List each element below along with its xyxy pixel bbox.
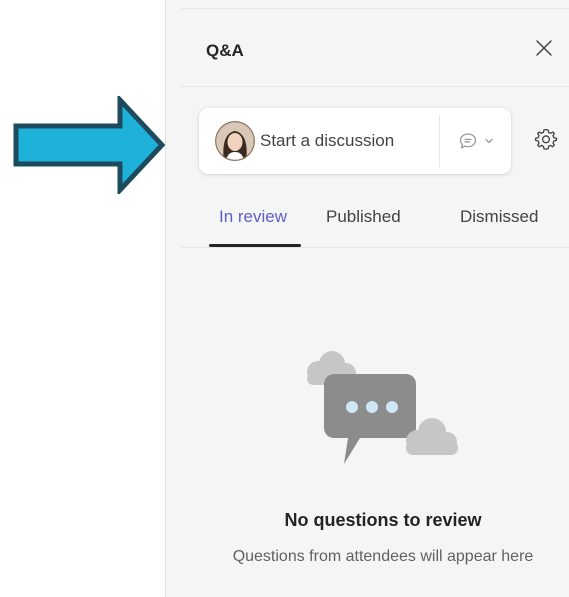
tab-published[interactable]: Published — [326, 207, 401, 247]
empty-state-title: No questions to review — [284, 510, 482, 530]
empty-chat-illustration-icon — [307, 351, 458, 464]
screenshot-canvas: Q&A Start a discussion In review Publish… — [0, 0, 569, 597]
compose-divider — [439, 115, 440, 167]
tab-dismissed[interactable]: Dismissed — [460, 207, 538, 247]
panel-top-divider — [181, 8, 569, 9]
callout-arrow-icon — [13, 96, 166, 194]
qa-panel: Q&A Start a discussion In review Publish… — [165, 0, 569, 597]
user-avatar — [215, 121, 255, 161]
chat-bubble-icon — [459, 133, 477, 149]
header-divider — [181, 86, 569, 87]
close-icon — [536, 40, 552, 56]
discussion-type-dropdown[interactable] — [450, 128, 502, 154]
start-discussion-placeholder[interactable]: Start a discussion — [260, 131, 394, 151]
close-button[interactable] — [530, 34, 558, 62]
panel-title: Q&A — [206, 41, 244, 60]
tabs-divider — [181, 247, 569, 248]
empty-state-subtitle: Questions from attendees will appear her… — [232, 548, 534, 565]
chevron-down-icon — [485, 138, 493, 144]
settings-button[interactable] — [532, 125, 560, 153]
start-discussion-box[interactable]: Start a discussion — [199, 108, 511, 174]
tab-in-review[interactable]: In review — [219, 207, 287, 247]
gear-icon — [534, 128, 558, 150]
